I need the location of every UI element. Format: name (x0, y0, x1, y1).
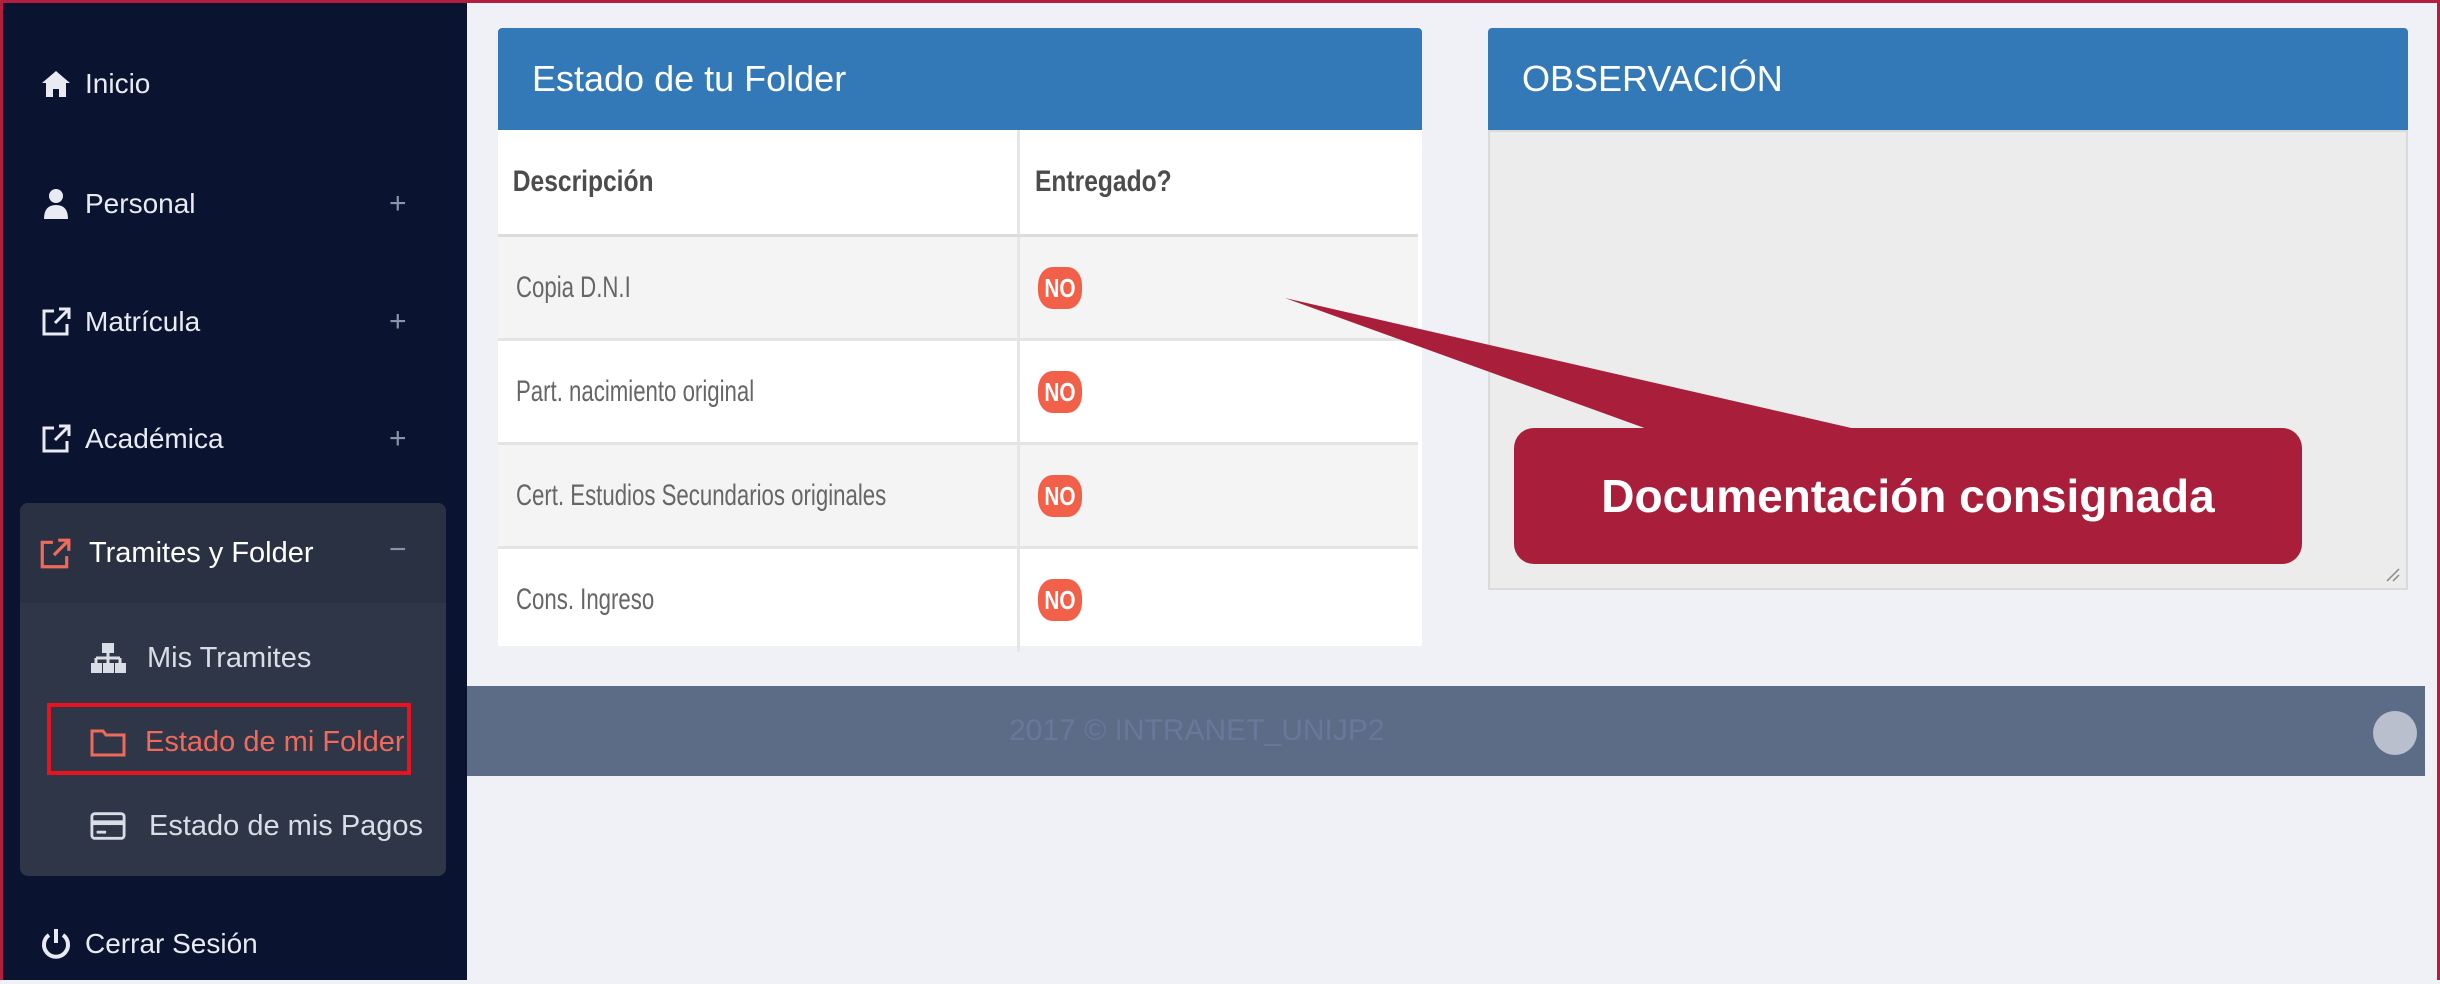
sidebar-item-tramites-folder[interactable]: Tramites y Folder − (20, 503, 446, 603)
table-row: Part. nacimiento original NO (498, 339, 1418, 445)
sidebar-subitem-label: Mis Tramites (147, 641, 312, 674)
collapse-toggle[interactable]: − (389, 533, 407, 567)
sidebar-item-label: Personal (85, 188, 196, 219)
external-link-icon (39, 422, 73, 456)
sidebar-group-tramites: Tramites y Folder − Mis Tramites Estado … (20, 503, 446, 876)
user-icon (39, 187, 73, 221)
external-link-icon (39, 305, 73, 339)
sidebar-item-inicio[interactable]: Inicio (3, 44, 467, 124)
expand-toggle[interactable]: + (389, 422, 407, 456)
panel-title: OBSERVACIÓN (1488, 28, 2408, 130)
row-status: NO (1017, 547, 1418, 652)
row-description: Part. nacimiento original (498, 339, 1019, 445)
callout-annotation: Documentación consignada (1514, 428, 2302, 564)
column-header-entregado: Entregado? (1017, 130, 1347, 237)
folder-table: Descripción Entregado? Copia D.N.I NO Pa… (498, 130, 1418, 652)
row-description-text: Cons. Ingreso (516, 583, 655, 617)
table-row: Copia D.N.I NO (498, 235, 1418, 341)
page-footer: 2017 © INTRANET_UNIJP2 (467, 686, 2425, 776)
sidebar-subitem-mis-tramites[interactable]: Mis Tramites (20, 623, 446, 693)
home-icon (39, 67, 73, 101)
sidebar: Inicio Personal + Matrícula + Académica … (3, 0, 467, 980)
sidebar-item-label: Matrícula (85, 306, 201, 337)
row-status: NO (1017, 339, 1418, 445)
sidebar-item-matricula[interactable]: Matrícula + (3, 282, 467, 362)
external-link-icon (38, 537, 74, 573)
sidebar-subitem-estado-pagos[interactable]: Estado de mis Pagos (20, 791, 446, 861)
sidebar-item-cerrar-sesion[interactable]: Cerrar Sesión (3, 904, 467, 984)
credit-card-icon (90, 808, 126, 844)
row-description-text: Cert. Estudios Secundarios originales (516, 478, 887, 512)
sidebar-item-label: Académica (85, 423, 224, 454)
row-description: Copia D.N.I (498, 235, 1019, 341)
row-description-text: Part. nacimiento original (516, 374, 755, 408)
sidebar-item-label: Tramites y Folder (89, 537, 314, 569)
row-description: Cert. Estudios Secundarios originales (498, 443, 1019, 549)
sidebar-item-academica[interactable]: Académica + (3, 399, 467, 479)
status-badge: NO (1038, 266, 1083, 309)
table-row: Cert. Estudios Secundarios originales NO (498, 443, 1418, 549)
sidebar-subitem-label: Estado de mis Pagos (149, 809, 424, 842)
column-header-descripcion: Descripción (498, 130, 926, 237)
expand-toggle[interactable]: + (389, 305, 407, 339)
power-icon (39, 927, 73, 961)
panel-title: Estado de tu Folder (498, 28, 1422, 130)
expand-toggle[interactable]: + (389, 187, 407, 221)
status-badge: NO (1038, 370, 1083, 413)
highlight-box (47, 703, 411, 775)
folder-status-panel: Estado de tu Folder Descripción Entregad… (498, 28, 1422, 652)
status-badge: NO (1038, 474, 1083, 517)
footer-copyright: 2017 © INTRANET_UNIJP2 (1009, 714, 1385, 747)
callout-text: Documentación consignada (1601, 470, 2215, 522)
row-status: NO (1017, 235, 1418, 341)
sidebar-item-label: Cerrar Sesión (85, 928, 258, 959)
sidebar-item-personal[interactable]: Personal + (3, 164, 467, 244)
status-badge: NO (1038, 579, 1083, 622)
sitemap-icon (90, 640, 126, 676)
table-header-row: Descripción Entregado? (498, 130, 1418, 237)
row-description-text: Copia D.N.I (516, 270, 631, 304)
row-description: Cons. Ingreso (498, 548, 1019, 652)
scroll-top-button[interactable] (2373, 711, 2417, 755)
sidebar-item-label: Inicio (85, 68, 151, 99)
row-status: NO (1017, 443, 1418, 549)
resize-grip-icon[interactable] (2382, 564, 2400, 582)
table-row: Cons. Ingreso NO (498, 547, 1418, 652)
